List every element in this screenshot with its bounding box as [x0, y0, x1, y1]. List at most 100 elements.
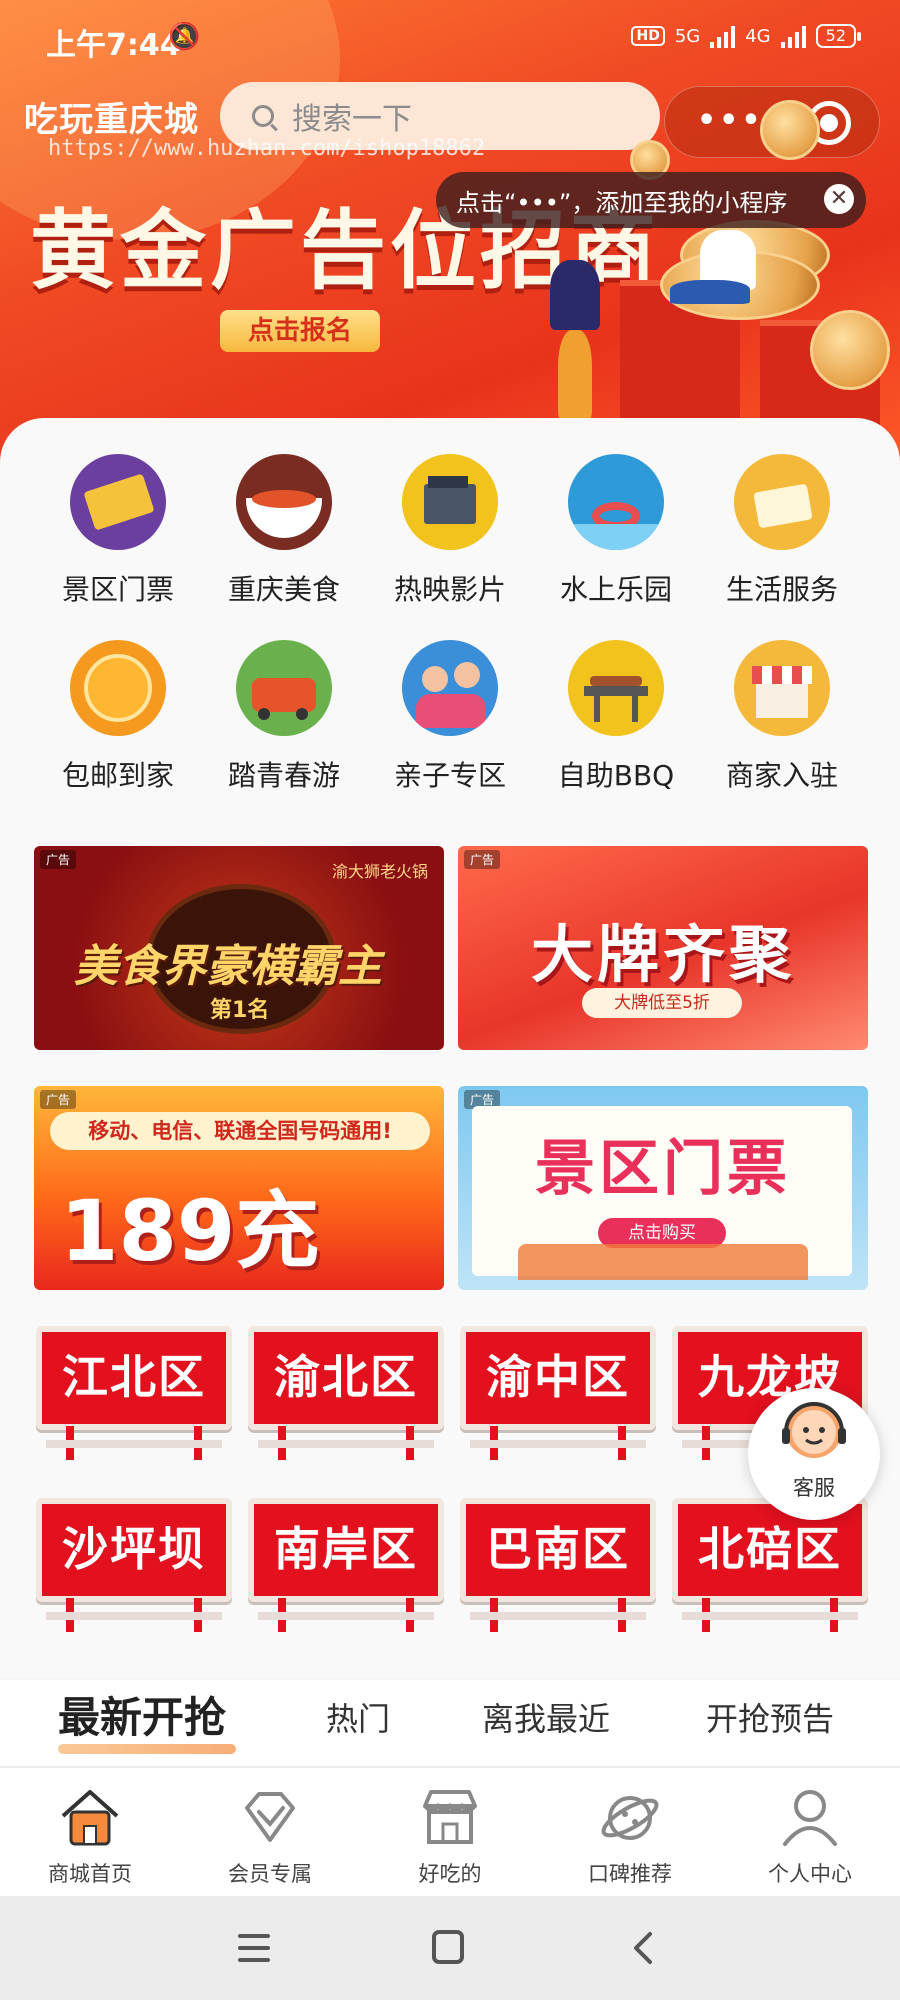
ad-tag: 广告: [464, 850, 501, 869]
hd-badge: HD: [631, 26, 665, 46]
movie-icon: [402, 454, 498, 550]
battery-icon: 52: [815, 24, 862, 48]
category-item[interactable]: 亲子专区: [370, 640, 530, 794]
page: 上午7:44 🔕 HD 5G 4G 52 吃玩重庆城 搜索一下 ••• http…: [0, 0, 900, 2000]
man-figure-icon: [550, 260, 600, 330]
person-icon: [783, 1790, 837, 1846]
customer-service-button[interactable]: 客服: [748, 1388, 880, 1520]
tab-nearby[interactable]: 离我最近: [482, 1694, 610, 1740]
district-sign[interactable]: 江北区: [36, 1326, 232, 1466]
search-placeholder: 搜索一下: [292, 102, 412, 137]
menu-icon[interactable]: [238, 1934, 270, 1962]
promo-hotpot[interactable]: 广告 渝大狮老火锅 美食界豪横霸主 第1名: [34, 846, 444, 1050]
man-legs-icon: [558, 330, 592, 420]
nav-label: 商城首页: [48, 1862, 132, 1886]
category-label: 生活服务: [725, 573, 838, 606]
promo-title: 189充200: [60, 1182, 320, 1290]
promo-brands[interactable]: 广告 大牌齐聚 大牌低至5折: [458, 846, 868, 1050]
store-icon: [423, 1790, 477, 1844]
ticket-icon: [70, 454, 166, 550]
nav-profile[interactable]: 个人中心: [720, 1768, 900, 1898]
promo-title: 美食界豪横霸主: [74, 941, 382, 992]
promo-subtitle: 第1名: [210, 998, 270, 1023]
add-miniprogram-tip: 点击“•••”，添加至我的小程序 ✕: [436, 172, 866, 228]
promo-recharge[interactable]: 广告 移动、电信、联通全国号码通用! 189充200: [34, 1086, 444, 1290]
district-sign[interactable]: 沙坪坝: [36, 1498, 232, 1638]
nav-label: 个人中心: [768, 1862, 852, 1886]
system-nav-icons: [238, 1930, 652, 1964]
category-label: 踏青春游: [227, 759, 340, 792]
family-icon: [402, 640, 498, 736]
category-item[interactable]: 自助BBQ: [536, 640, 696, 794]
district-sign[interactable]: 渝北区: [248, 1326, 444, 1466]
tip-close-icon[interactable]: ✕: [824, 184, 854, 214]
nav-member[interactable]: 会员专属: [180, 1768, 360, 1898]
tab-hot[interactable]: 热门: [326, 1694, 390, 1740]
nav-recommend[interactable]: 口碑推荐: [540, 1768, 720, 1898]
tab-preview[interactable]: 开抢预告: [706, 1694, 834, 1740]
active-tab-indicator: [58, 1744, 236, 1754]
category-item[interactable]: 生活服务: [702, 454, 862, 608]
category-item[interactable]: 景区门票: [38, 454, 198, 608]
district-sign[interactable]: 巴南区: [460, 1498, 656, 1638]
planet-icon: [601, 1796, 659, 1840]
noodle-bowl-icon: [236, 454, 332, 550]
promo-brand: 渝大狮老火锅: [331, 862, 428, 881]
tab-latest[interactable]: 最新开抢: [58, 1684, 226, 1745]
category-label: 自助BBQ: [557, 759, 675, 792]
category-label: 景区门票: [61, 573, 174, 606]
category-item[interactable]: 包邮到家: [38, 640, 198, 794]
watermark-url: https://www.huzhan.com/ishop18862: [48, 136, 486, 161]
more-icon[interactable]: •••: [697, 103, 764, 138]
district-sign[interactable]: 渝中区: [460, 1326, 656, 1466]
district-label: 巴南区: [460, 1498, 656, 1602]
bus-icon: [236, 640, 332, 736]
woman-legs-icon: [670, 280, 750, 304]
promo-subtitle: 大牌低至5折: [582, 988, 742, 1018]
district-sign[interactable]: 北碚区: [672, 1498, 868, 1638]
nav-label: 口碑推荐: [588, 1862, 672, 1886]
category-label: 水上乐园: [559, 573, 672, 606]
district-label: 渝北区: [248, 1326, 444, 1430]
category-item[interactable]: 商家入驻: [702, 640, 862, 794]
category-item[interactable]: 热映影片: [370, 454, 530, 608]
bottom-nav: 商城首页 会员专属 好吃的 口碑推荐 个人中心: [0, 1766, 900, 1896]
banner-illustration: [520, 100, 900, 460]
shop-icon: [734, 640, 830, 736]
category-item[interactable]: 重庆美食: [204, 454, 364, 608]
signal-icon: [710, 24, 736, 48]
district-label: 沙坪坝: [36, 1498, 232, 1602]
bell-off-icon: 🔕: [168, 22, 201, 52]
promo-title: 景区门票: [535, 1134, 791, 1204]
category-item[interactable]: 水上乐园: [536, 454, 696, 608]
category-item[interactable]: 踏青春游: [204, 640, 364, 794]
nav-label: 会员专属: [228, 1862, 312, 1886]
net-5g-label: 5G: [674, 25, 701, 47]
hero-banner[interactable]: 上午7:44 🔕 HD 5G 4G 52 吃玩重庆城 搜索一下 ••• http…: [0, 0, 900, 470]
back-icon[interactable]: [634, 1932, 652, 1964]
nav-home[interactable]: 商城首页: [0, 1768, 180, 1898]
home-square-icon[interactable]: [432, 1930, 464, 1964]
diamond-icon: [245, 1792, 295, 1842]
status-time: 上午7:44: [46, 28, 181, 63]
district-label: 渝中区: [460, 1326, 656, 1430]
home-icon: [61, 1790, 119, 1846]
ad-tag: 广告: [40, 850, 77, 869]
district-label: 南岸区: [248, 1498, 444, 1602]
nav-food[interactable]: 好吃的: [360, 1768, 540, 1898]
category-label: 热映影片: [393, 573, 506, 606]
banner-signup-button[interactable]: 点击报名: [220, 310, 380, 352]
status-right: HD 5G 4G 52: [631, 24, 862, 48]
orange-icon: [70, 640, 166, 736]
category-label: 重庆美食: [227, 573, 340, 606]
category-label: 亲子专区: [393, 759, 506, 792]
system-nav-bar: [0, 1896, 900, 2000]
status-bar: 上午7:44 🔕 HD 5G 4G 52: [0, 0, 900, 80]
coin-icon: [760, 100, 820, 160]
category-label: 商家入驻: [725, 759, 838, 792]
promo-tickets[interactable]: 广告 景区门票 点击购买: [458, 1086, 868, 1290]
district-sign[interactable]: 南岸区: [248, 1498, 444, 1638]
life-service-icon: [734, 454, 830, 550]
category-label: 包邮到家: [61, 759, 174, 792]
ad-tag: 广告: [40, 1090, 77, 1109]
